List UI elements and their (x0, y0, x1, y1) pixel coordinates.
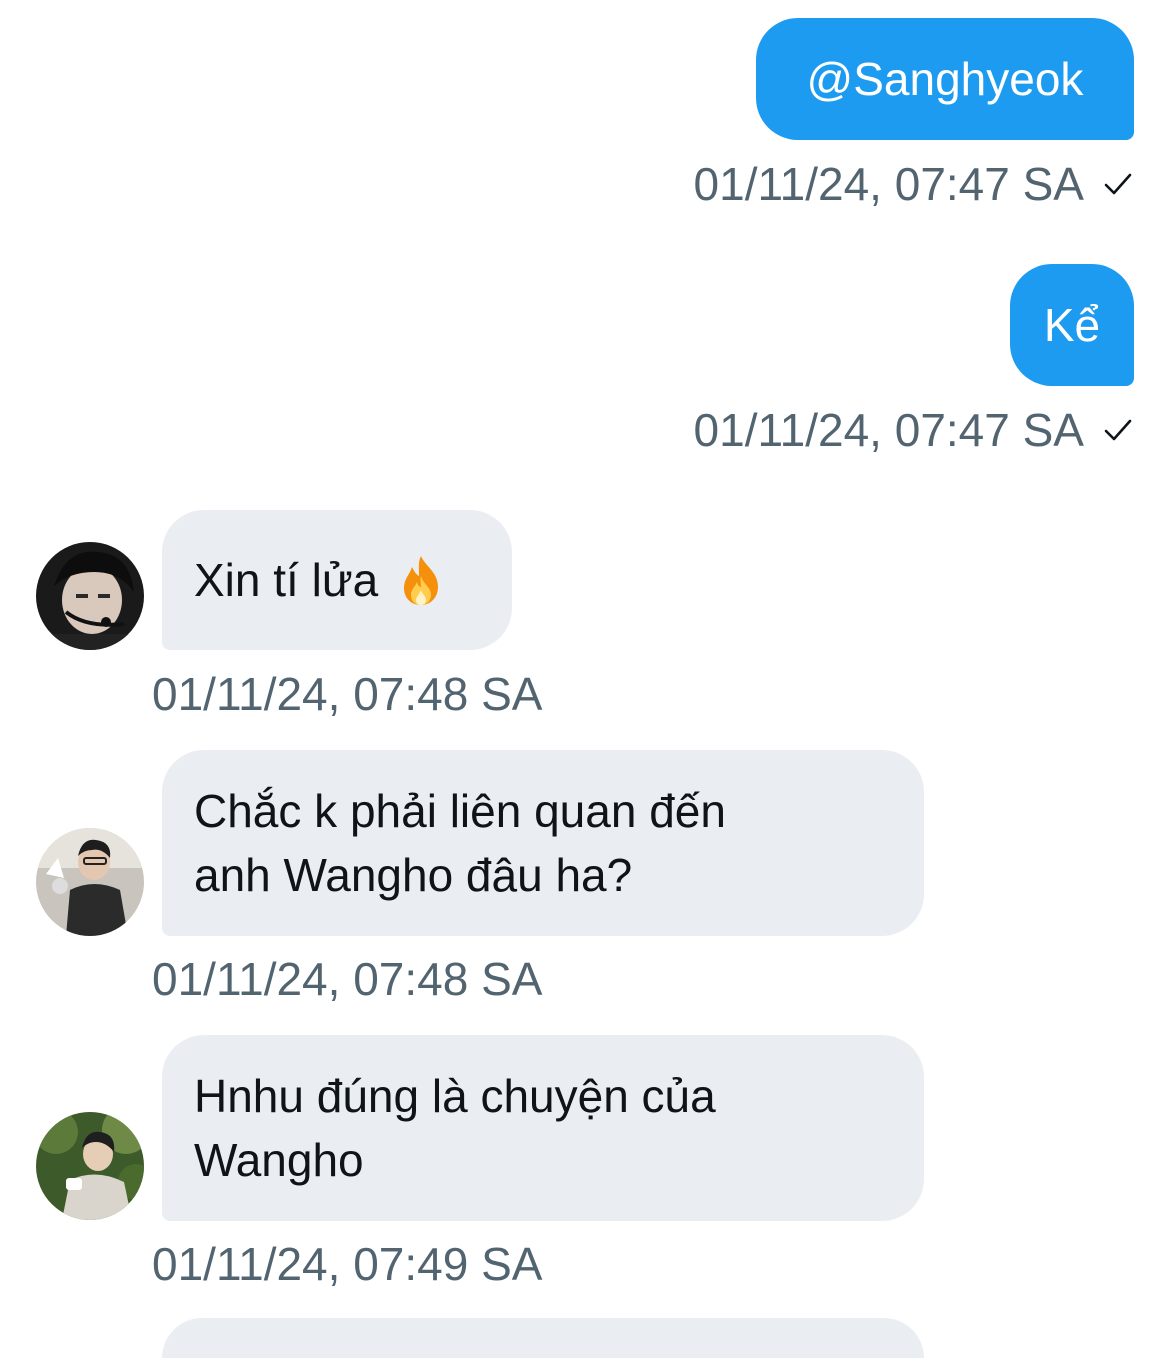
message-timestamp: 01/11/24, 07:48 SA (152, 668, 543, 720)
avatar[interactable] (36, 1112, 144, 1220)
message-timestamp: 01/11/24, 07:49 SA (152, 1238, 543, 1290)
avatar-image (36, 828, 144, 936)
message-text: @Sanghyeok (806, 53, 1084, 105)
check-icon (1104, 173, 1132, 195)
avatar-image (36, 542, 144, 650)
incoming-message-bubble[interactable]: Hnhu đúng là chuyện của Wangho (162, 1035, 924, 1221)
incoming-message-bubble-partial[interactable] (162, 1318, 924, 1358)
avatar[interactable] (36, 542, 144, 650)
incoming-message-bubble[interactable]: Chắc k phải liên quan đến anh Wangho đâu… (162, 750, 924, 936)
outgoing-message-bubble[interactable]: @Sanghyeok (756, 18, 1134, 140)
message-text: Hnhu đúng là chuyện của Wangho (194, 1070, 716, 1186)
check-icon (1104, 419, 1132, 441)
avatar-image (36, 1112, 144, 1220)
message-timestamp: 01/11/24, 07:48 SA (152, 953, 543, 1005)
fire-emoji-icon (404, 556, 439, 605)
avatar[interactable] (36, 828, 144, 936)
outgoing-message-bubble[interactable]: Kể (1010, 264, 1134, 386)
message-text: Xin tí lửa (194, 554, 379, 606)
timestamp-text: 01/11/24, 07:47 SA (693, 158, 1084, 210)
timestamp-text: 01/11/24, 07:47 SA (693, 404, 1084, 456)
message-timestamp: 01/11/24, 07:47 SA (694, 402, 1134, 458)
message-text: Chắc k phải liên quan đến anh Wangho đâu… (194, 785, 726, 901)
message-text: Kể (1043, 299, 1101, 351)
incoming-message-bubble[interactable]: Xin tí lửa (162, 510, 512, 650)
message-timestamp: 01/11/24, 07:47 SA (694, 156, 1134, 212)
